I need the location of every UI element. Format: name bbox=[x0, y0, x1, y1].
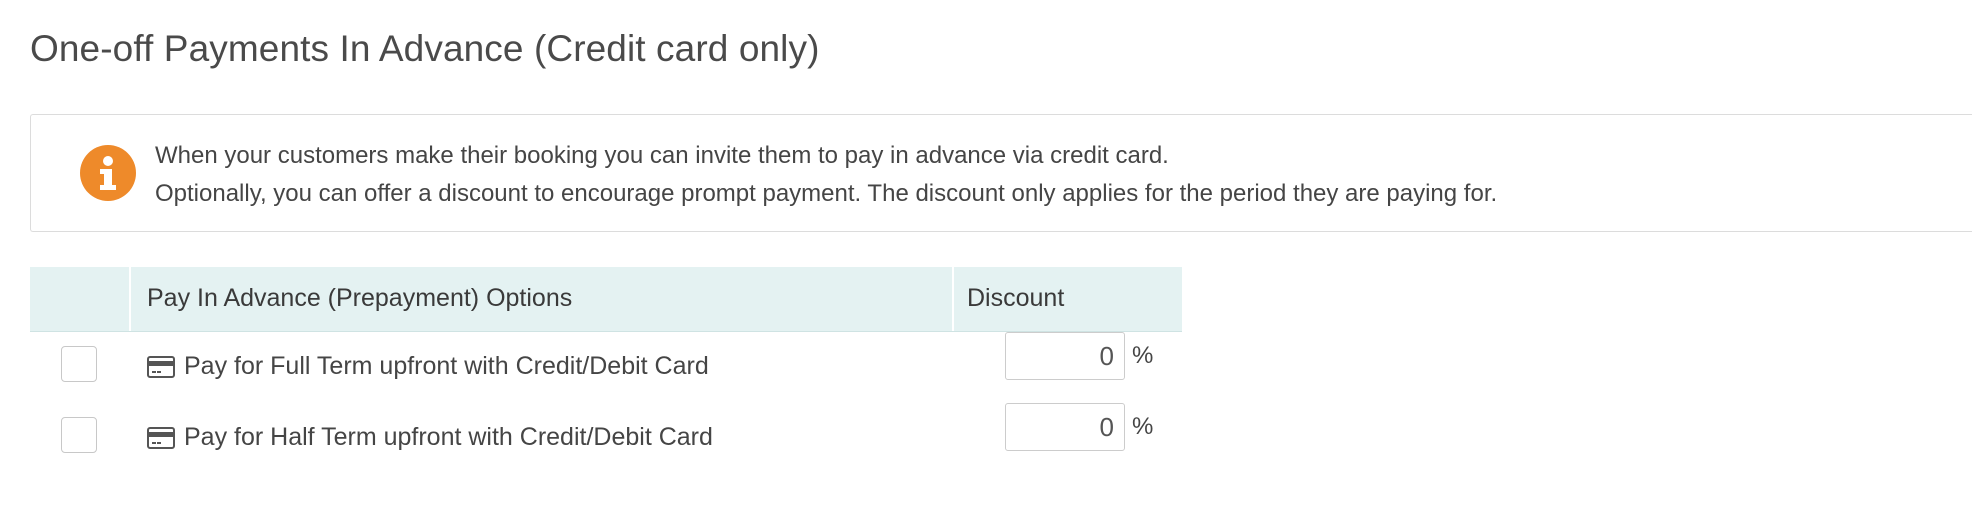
percent-sign: % bbox=[1132, 413, 1154, 440]
half-term-discount-input[interactable] bbox=[1005, 403, 1125, 451]
prepayment-options-table: Pay In Advance (Prepayment) Options Disc… bbox=[30, 267, 1182, 474]
full-term-label: Pay for Full Term upfront with Credit/De… bbox=[184, 352, 709, 380]
half-term-checkbox[interactable] bbox=[61, 417, 97, 453]
credit-card-icon bbox=[147, 356, 175, 378]
percent-sign: % bbox=[1132, 342, 1154, 369]
info-text-line-2: Optionally, you can offer a discount to … bbox=[155, 180, 1498, 207]
info-box: When your customers make their booking y… bbox=[30, 114, 1972, 232]
table-header: Pay In Advance (Prepayment) Options Disc… bbox=[30, 267, 1182, 332]
column-divider bbox=[129, 267, 131, 331]
full-term-discount-input[interactable] bbox=[1005, 332, 1125, 380]
options-column-header: Pay In Advance (Prepayment) Options bbox=[147, 284, 573, 312]
discount-column-header: Discount bbox=[967, 284, 1065, 312]
table-row: Pay for Full Term upfront with Credit/De… bbox=[30, 332, 1182, 403]
full-term-checkbox[interactable] bbox=[61, 346, 97, 382]
credit-card-icon bbox=[147, 427, 175, 449]
table-row: Pay for Half Term upfront with Credit/De… bbox=[30, 403, 1182, 474]
info-icon bbox=[80, 145, 136, 201]
info-text-line-1: When your customers make their booking y… bbox=[155, 142, 1169, 169]
half-term-label: Pay for Half Term upfront with Credit/De… bbox=[184, 423, 713, 451]
column-divider bbox=[952, 267, 954, 331]
page-title: One-off Payments In Advance (Credit card… bbox=[30, 28, 820, 69]
